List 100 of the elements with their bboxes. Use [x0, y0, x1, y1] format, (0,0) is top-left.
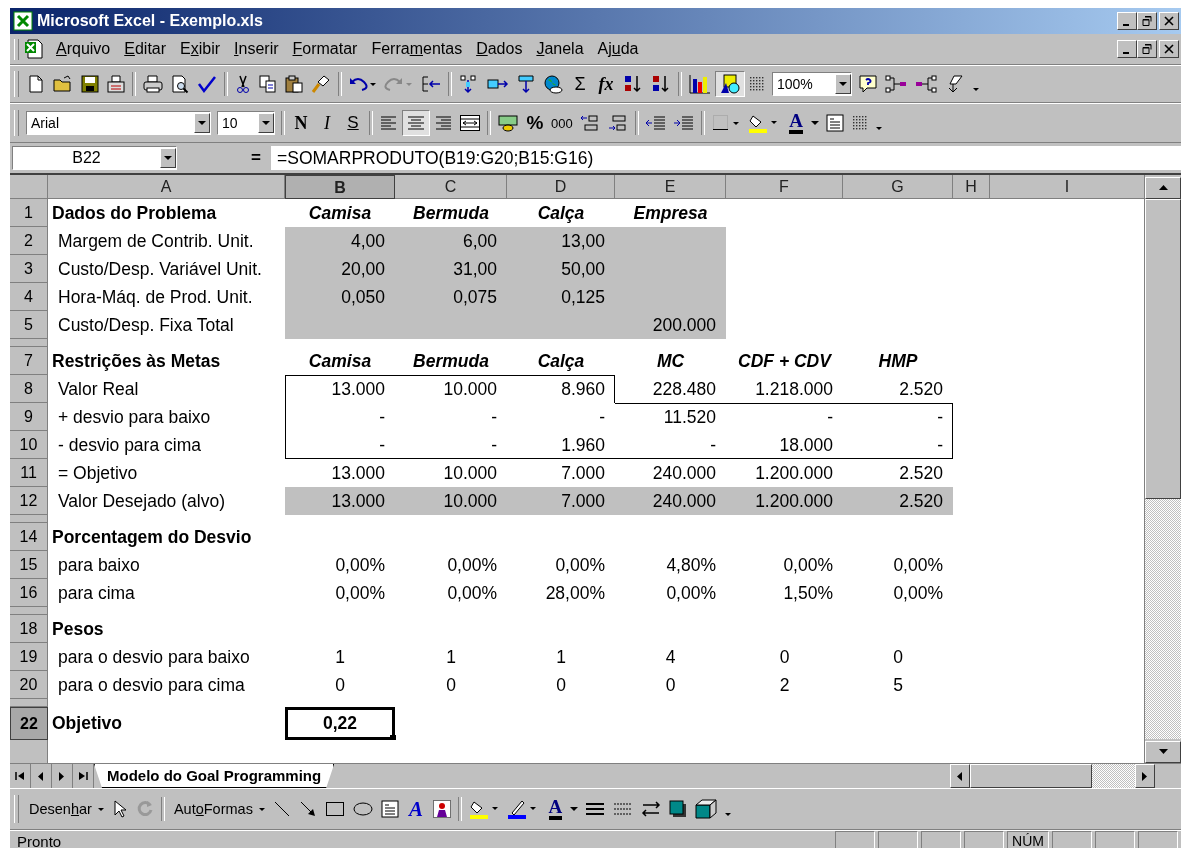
row-header[interactable]: 16 [10, 579, 48, 607]
decrease-decimal-icon[interactable] [606, 113, 629, 133]
text-box-icon[interactable] [824, 113, 845, 133]
globe-icon[interactable] [542, 74, 564, 94]
caret-icon[interactable] [810, 120, 819, 126]
function-button[interactable]: fx [593, 71, 619, 97]
row-header[interactable]: 9 [10, 403, 48, 431]
caret-icon[interactable] [198, 120, 206, 126]
grid-dots-icon[interactable] [850, 114, 869, 132]
name-box[interactable]: B22 [12, 146, 177, 170]
row-header[interactable]: 11 [10, 459, 48, 487]
row-header[interactable]: 1 [10, 199, 48, 227]
row-header[interactable]: 7 [10, 347, 48, 375]
menu-item[interactable]: Ferramentas [364, 40, 470, 58]
decrease-indent-icon[interactable] [644, 114, 667, 132]
new-file-icon[interactable] [26, 74, 46, 94]
minimize-button[interactable] [1117, 40, 1137, 58]
connector-icon[interactable] [884, 74, 908, 94]
font-color-button[interactable]: A [540, 796, 567, 822]
caret-icon[interactable] [569, 806, 578, 812]
scroll-down-button[interactable] [1145, 741, 1181, 763]
bold-button[interactable]: N [288, 110, 314, 136]
shadow-icon[interactable] [667, 799, 688, 819]
center-align-button[interactable] [402, 110, 430, 136]
text-box-icon[interactable] [379, 799, 400, 819]
increase-decimal-icon[interactable] [578, 113, 601, 133]
italic-button[interactable]: I [314, 110, 340, 136]
column-header[interactable]: F [726, 175, 843, 199]
grid-dots-icon[interactable] [748, 75, 766, 93]
scroll-left-button[interactable] [950, 764, 970, 788]
draw-menu-button[interactable]: Desenhar [23, 801, 94, 817]
underline-button[interactable]: S [340, 110, 366, 136]
column-header[interactable]: C [395, 175, 507, 199]
mail-icon[interactable] [106, 74, 126, 94]
clipboard-icon[interactable] [284, 74, 304, 94]
borders-icon[interactable] [710, 113, 741, 133]
sort-descending-icon[interactable] [650, 74, 672, 94]
align-right-icon[interactable] [433, 114, 453, 132]
row-header[interactable]: 10 [10, 431, 48, 459]
menu-item[interactable]: Janela [529, 40, 591, 58]
cube-icon[interactable] [693, 798, 718, 820]
drawing-toggle-button[interactable] [715, 71, 745, 97]
row-header[interactable]: 15 [10, 551, 48, 579]
scroll-up-button[interactable] [1145, 177, 1181, 199]
row-header[interactable]: 2 [10, 227, 48, 255]
printer-icon[interactable] [142, 74, 164, 94]
menu-item[interactable]: Arquivo [49, 40, 118, 58]
bracket-arrow-icon[interactable] [420, 74, 442, 94]
row-header[interactable]: 4 [10, 283, 48, 311]
restore-button[interactable] [1137, 12, 1157, 30]
autoshapes-menu-button[interactable]: AutoFormas [167, 801, 255, 817]
sheet-tab[interactable]: Modelo do Goal Programming [94, 764, 335, 788]
restore-button[interactable] [1137, 40, 1157, 58]
caret-icon[interactable] [164, 155, 172, 161]
row-header[interactable]: 5 [10, 311, 48, 339]
formula-field[interactable]: =SOMARPRODUTO(B19:G20;B15:G16) [271, 146, 1181, 170]
autosum-button[interactable]: Σ [567, 71, 593, 97]
menu-item[interactable]: Exibir [173, 40, 228, 58]
column-header[interactable]: D [507, 175, 615, 199]
column-header[interactable]: I [990, 175, 1144, 199]
column-header[interactable]: G [843, 175, 953, 199]
row-header[interactable]: 19 [10, 643, 48, 671]
clip-art-icon[interactable] [431, 799, 452, 819]
scroll-thumb[interactable] [970, 764, 1092, 788]
check-mark-icon[interactable] [196, 74, 218, 94]
menu-item[interactable]: Editar [117, 40, 174, 58]
vertical-scrollbar[interactable] [1144, 175, 1181, 763]
column-header[interactable]: E [615, 175, 726, 199]
font-size-dropdown[interactable]: 10 [217, 111, 275, 135]
column-header[interactable]: H [953, 175, 990, 199]
copy-icon[interactable] [258, 74, 278, 94]
caret-icon[interactable] [262, 120, 270, 126]
close-button[interactable] [1159, 12, 1179, 30]
row-header[interactable]: 18 [10, 615, 48, 643]
row-header[interactable]: 8 [10, 375, 48, 403]
print-preview-icon[interactable] [170, 74, 190, 94]
merge-cells-icon[interactable] [459, 114, 481, 132]
sort-ascending-icon[interactable] [622, 74, 644, 94]
column-header[interactable]: A [48, 175, 285, 199]
zoom-dropdown[interactable]: 100% [772, 72, 852, 96]
font-color-button[interactable]: A [781, 110, 808, 136]
percent-button[interactable]: % [522, 110, 548, 136]
scroll-thumb[interactable] [1145, 199, 1181, 499]
horizontal-scrollbar[interactable] [950, 764, 1155, 788]
font-dropdown[interactable]: Arial [26, 111, 211, 135]
folder-icon[interactable] [52, 74, 74, 94]
menu-item[interactable]: Formatar [285, 40, 365, 58]
close-button[interactable] [1159, 40, 1179, 58]
paintbrush-icon[interactable] [310, 74, 332, 94]
row-header[interactable]: 14 [10, 523, 48, 551]
connector-icon[interactable] [914, 74, 938, 94]
workbook-icon[interactable] [23, 38, 45, 60]
help-icon[interactable] [858, 74, 878, 94]
increase-indent-icon[interactable] [672, 114, 695, 132]
currency-icon[interactable] [497, 113, 519, 133]
caret-icon[interactable] [839, 81, 847, 87]
wordart-button[interactable]: A [402, 796, 429, 822]
row-header[interactable]: 20 [10, 671, 48, 699]
menu-item[interactable]: Ajuda [590, 40, 646, 58]
row-header[interactable]: 12 [10, 487, 48, 515]
